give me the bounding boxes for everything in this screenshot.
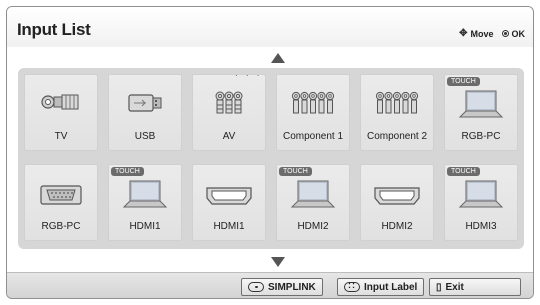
simplink-button[interactable]: SIMPLINK — [241, 278, 323, 296]
input-tile-component-1[interactable]: Component 1 — [276, 74, 350, 151]
input-tile-rgb-pc[interactable]: RGB-PC — [24, 164, 98, 241]
ok-hint: OK — [501, 28, 526, 39]
move-hint: ✥ Move — [459, 28, 493, 39]
input-label: HDMI3 — [465, 221, 497, 232]
hdmi-icon — [206, 187, 252, 205]
input-label: USB — [134, 131, 156, 142]
key-hints: ✥ Move OK — [459, 28, 525, 39]
component-rca-icon — [291, 91, 335, 114]
title-bar: Input List ✥ Move OK — [7, 7, 533, 47]
input-tile-hdmi1-touch[interactable]: TOUCH HDMI1 — [108, 164, 182, 241]
input-tile-usb[interactable]: USB — [108, 74, 182, 151]
exit-label: Exit — [445, 281, 464, 293]
touch-badge: TOUCH — [447, 167, 480, 176]
av-rca-icon — [215, 91, 243, 114]
touch-badge: TOUCH — [279, 167, 312, 176]
input-label-key-icon — [344, 280, 360, 292]
component-rca-icon — [375, 91, 419, 114]
input-tile-hdmi1[interactable]: HDMI1 — [192, 164, 266, 241]
laptop-icon — [122, 180, 168, 208]
input-label: Component 2 — [366, 131, 428, 142]
ok-button-icon — [501, 30, 509, 37]
touch-badge: TOUCH — [111, 167, 144, 176]
input-label: HDMI1 — [129, 221, 161, 232]
input-tile-av[interactable]: AV — [192, 74, 266, 151]
footer-bar: SIMPLINK Input Label ▯ Exit — [7, 272, 533, 298]
touch-badge: TOUCH — [447, 77, 480, 86]
input-label: Component 1 — [282, 131, 344, 142]
input-label: AV — [222, 131, 236, 142]
input-label: HDMI1 — [213, 221, 245, 232]
input-tile-hdmi3-touch[interactable]: TOUCH HDMI3 — [444, 164, 518, 241]
input-tile-rgb-pc-touch[interactable]: TOUCH RGB-PC — [444, 74, 518, 151]
exit-button[interactable]: ▯ Exit — [429, 278, 521, 296]
scroll-up-arrow-icon[interactable] — [271, 53, 285, 63]
input-list-window: Input List ✥ Move OK TV USB AV Component… — [6, 6, 534, 299]
input-label: HDMI2 — [297, 221, 329, 232]
laptop-icon — [458, 180, 504, 208]
usb-icon — [128, 94, 162, 112]
dsub-icon — [40, 185, 82, 205]
simplink-key-icon — [248, 282, 264, 292]
laptop-icon — [458, 90, 504, 118]
input-grid: TV USB AV Component 1 Component 2 TOUCH … — [18, 68, 524, 249]
simplink-label: SIMPLINK — [268, 281, 316, 293]
coax-icon — [41, 94, 79, 110]
ok-hint-label: OK — [511, 28, 526, 39]
input-tile-tv[interactable]: TV — [24, 74, 98, 151]
move-hint-label: Move — [470, 28, 494, 39]
input-label-button[interactable]: Input Label — [337, 278, 425, 296]
input-tile-hdmi2[interactable]: HDMI2 — [360, 164, 434, 241]
input-label: TV — [54, 131, 68, 142]
exit-door-icon: ▯ — [436, 281, 442, 293]
input-tile-hdmi2-touch[interactable]: TOUCH HDMI2 — [276, 164, 350, 241]
av-indicator-dots: · · · — [235, 71, 263, 80]
window-title: Input List — [17, 20, 91, 39]
input-label-text: Input Label — [364, 281, 418, 293]
laptop-icon — [290, 180, 336, 208]
input-tile-component-2[interactable]: Component 2 — [360, 74, 434, 151]
input-label: RGB-PC — [461, 131, 501, 142]
input-label: HDMI2 — [381, 221, 413, 232]
input-label: RGB-PC — [41, 221, 81, 232]
move-arrows-icon: ✥ — [459, 28, 468, 39]
hdmi-icon — [374, 187, 420, 205]
scroll-down-arrow-icon[interactable] — [271, 257, 285, 267]
